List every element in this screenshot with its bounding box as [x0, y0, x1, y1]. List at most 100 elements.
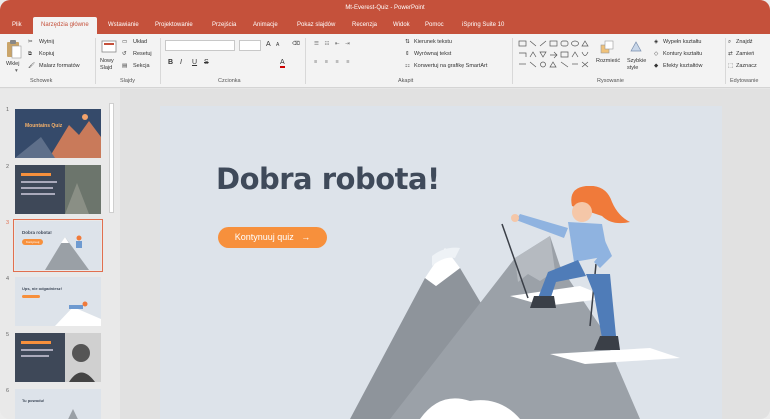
group-divider [512, 38, 513, 84]
powerpoint-window: Mt-Everest-Quiz - PowerPoint Plik Narzęd… [0, 0, 770, 419]
select-button[interactable]: Zaznacz [736, 63, 757, 69]
slide-number: 4 [6, 276, 10, 282]
font-size-box[interactable] [239, 40, 261, 51]
shape-fill-button[interactable]: Wypełn kształtu [663, 39, 701, 45]
tab-ispring[interactable]: iSpring Suite 10 [462, 17, 504, 34]
bold-button[interactable]: B [168, 59, 173, 66]
replace-button[interactable]: Zamień [736, 51, 754, 57]
new-slide-button-line2[interactable]: Slajd [100, 65, 112, 71]
list-buttons-icon[interactable]: ☰ ☷ ⇤ ⇥ [314, 41, 352, 47]
copy-icon[interactable]: ⧉ [28, 51, 32, 58]
alignment-buttons-icon[interactable]: ≡ ≡ ≡ ≡ [314, 59, 352, 65]
align-text-button[interactable]: Wyrównaj tekst [414, 51, 451, 57]
tab-design[interactable]: Projektowanie [155, 17, 193, 34]
format-painter-button[interactable]: Malarz formatów [39, 63, 80, 69]
shape-effects-button[interactable]: Efekty kształtów [663, 63, 702, 69]
reset-icon: ↺ [122, 51, 127, 57]
shape-fill-icon: ◈ [654, 39, 659, 45]
group-divider [725, 38, 726, 84]
align-text-icon: ⇕ [405, 51, 410, 57]
tab-file[interactable]: Plik [12, 17, 22, 34]
section-icon: ▤ [122, 63, 128, 69]
title-bar: Mt-Everest-Quiz - PowerPoint [0, 0, 770, 17]
strikethrough-button[interactable]: S [204, 59, 209, 66]
text-direction-icon: ⇅ [405, 39, 410, 45]
tab-slideshow[interactable]: Pokaz slajdów [297, 17, 335, 34]
current-slide[interactable]: Dobra robota! Kontynuuj quiz → [160, 106, 722, 419]
find-button[interactable]: Znajdź [736, 39, 753, 45]
convert-smartart-button[interactable]: Konwertuj na grafikę SmartArt [414, 63, 487, 69]
continue-quiz-button[interactable]: Kontynuuj quiz → [218, 227, 327, 248]
slide-thumbnail-3-selected[interactable]: Dobra robota! Kontynuuj [13, 219, 103, 272]
grow-font-button[interactable]: A [266, 41, 271, 48]
reset-button[interactable]: Resetuj [133, 51, 152, 57]
quick-styles-line1[interactable]: Szybkie [627, 58, 646, 64]
font-group-label: Czcionka [218, 78, 241, 84]
shrink-font-button[interactable]: A [276, 42, 279, 48]
slide-thumbnail-1[interactable]: Mountains Quiz [15, 109, 101, 158]
group-divider [95, 38, 96, 84]
font-color-button[interactable]: A [280, 59, 285, 68]
layout-icon: ▭ [122, 39, 128, 45]
paste-button[interactable]: Wklej [6, 61, 19, 67]
paste-dropdown-icon[interactable]: ▾ [15, 68, 18, 74]
thumbnail-1-title: Mountains Quiz [25, 123, 63, 129]
slide-thumbnail-5[interactable] [15, 333, 101, 382]
ribbon: Wklej ▾ ✂ Wytnij ⧉ Kopiuj 🖌 Malarz forma… [0, 34, 770, 88]
quick-styles-line2[interactable]: style [627, 65, 638, 71]
thumbnail-3-mountain [45, 235, 89, 270]
tab-animations[interactable]: Animacje [253, 17, 278, 34]
tab-insert[interactable]: Wstawianie [108, 17, 139, 34]
slide-number: 5 [6, 332, 10, 338]
format-painter-icon[interactable]: 🖌 [28, 63, 35, 69]
shape-outline-button[interactable]: Kontury kształtu [663, 51, 702, 57]
ribbon-tabs: Plik Narzędzia główne Wstawianie Projekt… [0, 17, 770, 34]
new-slide-button-line1[interactable]: Nowy [100, 58, 114, 64]
thumbnail-2-content [15, 165, 101, 214]
shapes-gallery-icon[interactable] [518, 39, 590, 71]
italic-button[interactable]: I [180, 59, 182, 66]
continue-quiz-label: Kontynuuj quiz [234, 232, 294, 242]
cut-button[interactable]: Wytnij [39, 39, 54, 45]
smartart-icon: ⚏ [405, 63, 410, 69]
find-icon: ⌕ [728, 39, 732, 45]
window-title: Mt-Everest-Quiz - PowerPoint [345, 5, 425, 11]
slide-number: 1 [6, 107, 10, 113]
slide-thumbnail-4[interactable]: Ups, nie odgadniesz! [15, 277, 101, 326]
shape-outline-icon: ◇ [654, 51, 659, 57]
thumbnails-scrollbar[interactable] [109, 103, 114, 213]
thumbnail-4-illustration [22, 295, 101, 326]
slide-number: 3 [6, 220, 10, 226]
arrange-button[interactable]: Rozmieść [596, 58, 620, 64]
clipboard-group-label: Schowek [30, 78, 53, 84]
new-slide-icon[interactable] [101, 40, 117, 54]
tab-review[interactable]: Recenzja [352, 17, 377, 34]
slide-number: 6 [6, 388, 10, 394]
shape-effects-icon: ◆ [654, 63, 659, 69]
text-direction-button[interactable]: Kierunek tekstu [414, 39, 452, 45]
group-divider [305, 38, 306, 84]
slide-thumbnail-2[interactable] [15, 165, 101, 214]
copy-button[interactable]: Kopiuj [39, 51, 54, 57]
tab-help[interactable]: Pomoc [425, 17, 444, 34]
section-button[interactable]: Sekcja [133, 63, 150, 69]
slide-thumbnail-6[interactable]: Tu powodu! [15, 389, 101, 419]
tab-home[interactable]: Narzędzia główne [33, 17, 97, 34]
group-divider [160, 38, 161, 84]
drawing-group-label: Rysowanie [597, 78, 624, 84]
clear-format-icon[interactable]: ⌫ [292, 41, 300, 47]
layout-button[interactable]: Układ [133, 39, 147, 45]
paste-icon[interactable] [6, 39, 22, 59]
arrange-icon[interactable] [600, 40, 614, 54]
tab-transitions[interactable]: Przejścia [212, 17, 236, 34]
tab-view[interactable]: Widok [393, 17, 410, 34]
select-icon: ⬚ [728, 63, 734, 69]
thumbnail-5-content [15, 333, 101, 382]
slide-number: 2 [6, 164, 10, 170]
cut-icon[interactable]: ✂ [28, 39, 33, 45]
slides-group-label: Slajdy [120, 78, 135, 84]
mountain-climber-illustration [350, 186, 680, 419]
font-name-box[interactable] [165, 40, 235, 51]
quick-styles-icon[interactable] [629, 40, 643, 54]
underline-button[interactable]: U [192, 59, 197, 66]
